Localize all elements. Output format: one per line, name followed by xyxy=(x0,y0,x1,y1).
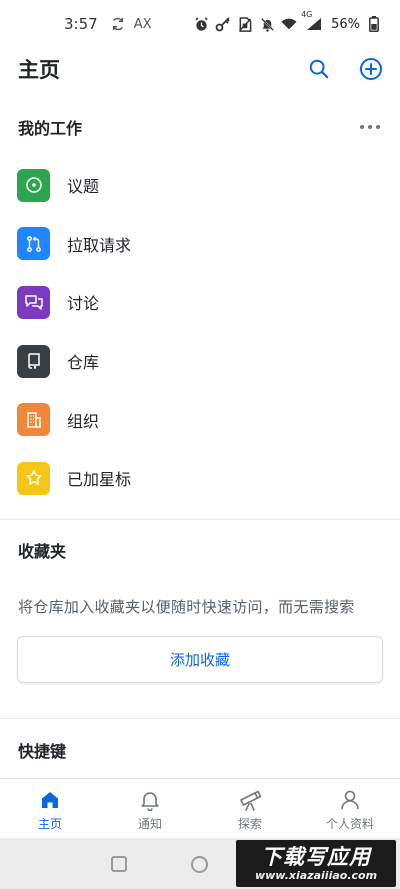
bottom-tab-bar: 主页 通知 探索 个人资料 xyxy=(0,778,400,838)
my-work-title: 我的工作 xyxy=(18,119,83,138)
status-time: 3:57 xyxy=(64,15,98,33)
star-icon xyxy=(17,461,50,495)
issue-icon xyxy=(17,168,50,202)
work-item-discussions[interactable]: 讨论 xyxy=(0,273,400,332)
work-item-label: 仓库 xyxy=(67,353,100,373)
network-type: 4G xyxy=(301,10,313,19)
work-item-pull-requests[interactable]: 拉取请求 xyxy=(0,215,400,274)
tab-profile[interactable]: 个人资料 xyxy=(300,779,400,838)
search-icon xyxy=(309,59,329,79)
battery-icon xyxy=(366,16,382,32)
work-item-label: 议题 xyxy=(67,177,100,197)
add-favorite-button[interactable]: 添加收藏 xyxy=(17,636,383,683)
bell-icon xyxy=(141,792,159,811)
status-bar: 3:57 AX 4G 56% xyxy=(0,0,400,48)
tab-label: 个人资料 xyxy=(325,817,374,831)
key-icon xyxy=(215,16,231,32)
telescope-icon xyxy=(240,790,262,811)
more-dot xyxy=(368,125,372,129)
battery-percent: 56% xyxy=(331,16,360,32)
section-divider xyxy=(0,519,400,520)
tab-label: 通知 xyxy=(137,817,162,831)
favorites-header: 收藏夹 xyxy=(0,537,400,563)
discussion-icon xyxy=(17,285,50,319)
favorites-title: 收藏夹 xyxy=(18,542,67,561)
plus-circle-icon xyxy=(360,58,382,80)
tab-label: 主页 xyxy=(37,817,62,831)
work-item-starred[interactable]: 已加星标 xyxy=(0,449,400,508)
no-sim-icon xyxy=(237,16,253,32)
tab-notifications[interactable]: 通知 xyxy=(100,779,200,838)
my-work-header: 我的工作 xyxy=(0,114,400,140)
sync-icon xyxy=(110,16,126,32)
shortcuts-header: 快捷键 xyxy=(0,737,400,763)
watermark-title: 下载写应用 xyxy=(261,844,371,869)
tab-explore[interactable]: 探索 xyxy=(200,779,300,838)
work-item-label: 已加星标 xyxy=(67,470,132,490)
more-dot xyxy=(376,125,380,129)
home-nav-button[interactable] xyxy=(191,856,208,873)
recents-button[interactable] xyxy=(111,856,127,872)
section-divider xyxy=(0,718,400,719)
pull-request-icon xyxy=(17,227,50,261)
work-item-issues[interactable]: 议题 xyxy=(0,156,400,215)
my-work-list: 议题 拉取请求 讨论 仓库 组织 已加星标 xyxy=(0,156,400,508)
more-options-button[interactable] xyxy=(358,117,382,137)
person-icon xyxy=(341,790,359,810)
tab-home[interactable]: 主页 xyxy=(0,779,100,838)
search-button[interactable] xyxy=(306,56,332,82)
work-item-repositories[interactable]: 仓库 xyxy=(0,332,400,391)
home-icon xyxy=(42,792,58,808)
wifi-icon xyxy=(281,16,297,32)
mute-icon xyxy=(259,16,275,32)
favorites-description: 将仓库加入收藏夹以便随时快速访问，而无需搜索 xyxy=(18,598,355,616)
work-item-label: 拉取请求 xyxy=(67,235,132,255)
more-dot xyxy=(360,125,364,129)
work-item-organizations[interactable]: 组织 xyxy=(0,390,400,449)
repo-icon xyxy=(17,344,50,378)
carrier-badge: AX xyxy=(133,16,152,32)
add-button[interactable] xyxy=(358,56,384,82)
signal-icon: 4G xyxy=(301,10,325,32)
organization-icon xyxy=(17,403,50,437)
app-header: 主页 xyxy=(0,48,400,90)
work-item-label: 讨论 xyxy=(67,294,100,314)
shortcuts-title: 快捷键 xyxy=(18,742,67,761)
alarm-icon xyxy=(193,16,209,32)
watermark-url: www.xiazaiiiao.com xyxy=(254,868,378,882)
work-item-label: 组织 xyxy=(67,411,100,431)
tab-label: 探索 xyxy=(237,817,262,831)
watermark: 下载写应用 www.xiazaiiiao.com xyxy=(236,840,396,887)
page-title: 主页 xyxy=(18,58,60,82)
